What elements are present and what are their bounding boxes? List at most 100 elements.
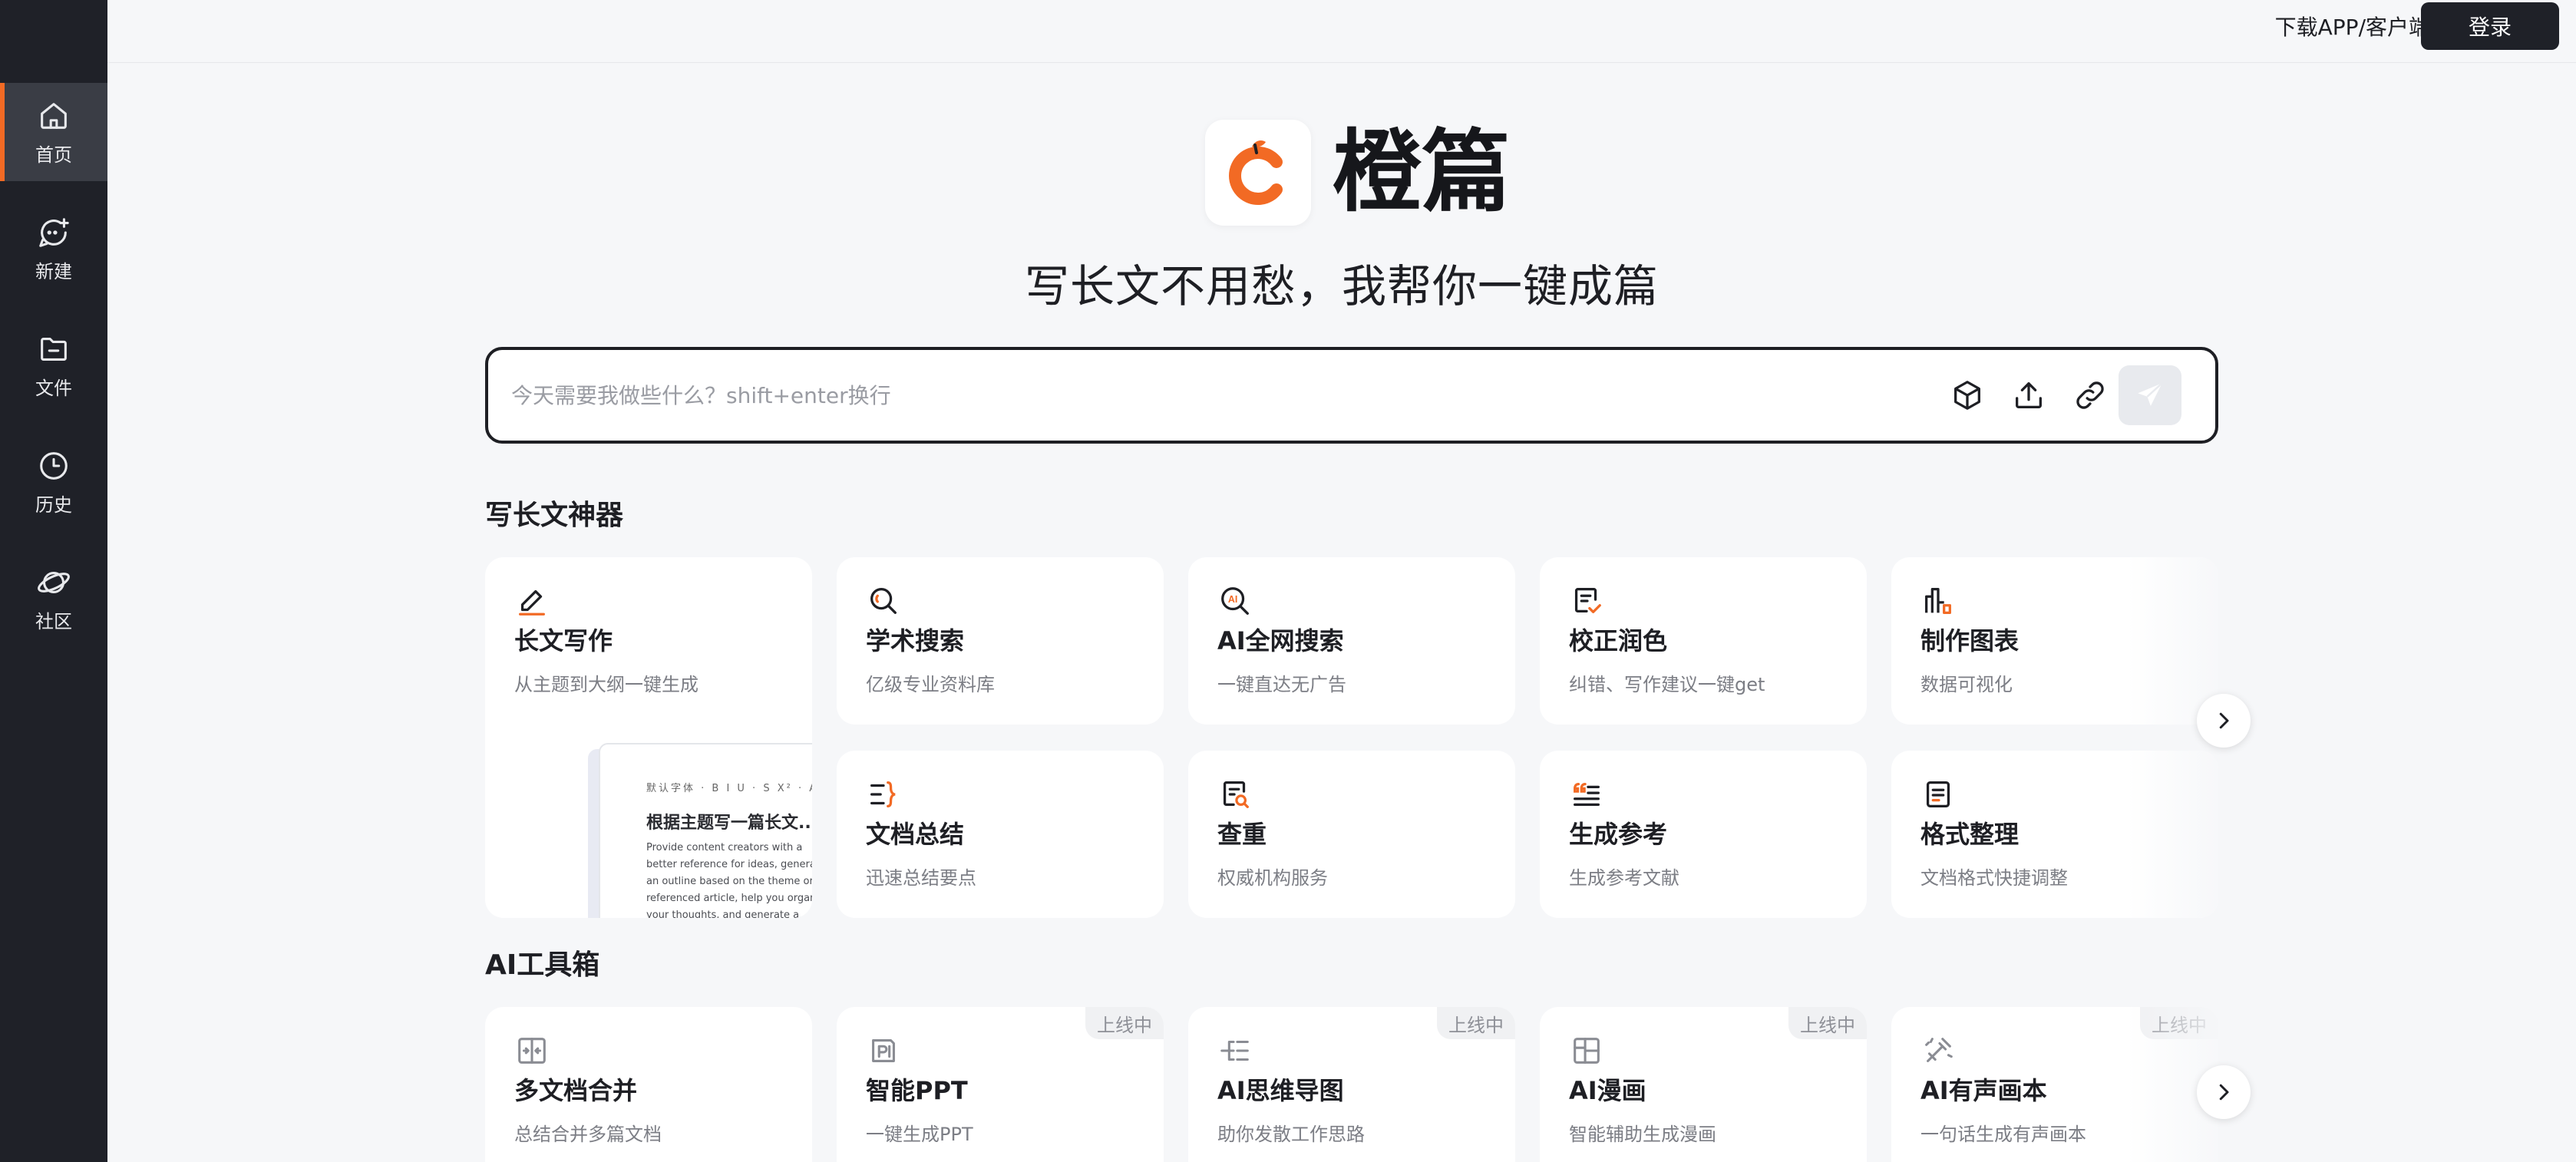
card-title: 智能PPT [866, 1076, 968, 1105]
ppt-icon [872, 1039, 895, 1062]
card-title: 制作图表 [1920, 626, 2020, 655]
proofread-icon [1574, 588, 1601, 614]
format-icon [1926, 781, 1950, 807]
send-button[interactable] [2119, 365, 2181, 425]
card-title: 生成参考 [1569, 820, 1668, 849]
scholar-search-icon [870, 588, 897, 614]
coming-soon-badge: 上线中 [2140, 1007, 2218, 1039]
coming-soon-badge: 上线中 [1437, 1007, 1515, 1039]
tagline: 写长文不用愁，我帮你一键成篇 [1024, 260, 1659, 312]
summary-icon [870, 781, 896, 807]
carousel-fade [2126, 557, 2218, 725]
upload-icon[interactable] [2011, 378, 2046, 413]
card-title: 校正润色 [1569, 626, 1668, 655]
pen-icon [519, 589, 545, 616]
card-title: 查重 [1217, 820, 1267, 849]
mindmap-icon [1220, 1040, 1249, 1061]
sidebar-item-files[interactable]: 文件 [0, 316, 107, 414]
sidebar-item-history[interactable]: 历史 [0, 433, 107, 531]
card-subtitle: 助你发散工作思路 [1217, 1124, 1365, 1145]
card-title: AI全网搜索 [1217, 626, 1344, 655]
document-preview: 默认字体 · B I U · S X² · A 根据主题写一篇长文... Pro… [599, 743, 812, 918]
orange-logo-icon [1229, 140, 1283, 205]
brand-logo [1205, 120, 1311, 226]
prompt-box [485, 347, 2218, 444]
card-subtitle: 生成参考文献 [1569, 867, 1679, 889]
make-chart-card[interactable]: 制作图表 数据可视化 [1891, 557, 2218, 725]
card-subtitle: 亿级专业资料库 [866, 674, 995, 695]
ai-web-search-card[interactable]: AI AI全网搜索 一键直达无广告 [1188, 557, 1515, 725]
link-icon[interactable] [2072, 378, 2108, 413]
card-subtitle: 文档格式快捷调整 [1920, 867, 2068, 889]
brand-name: 橙篇 [1333, 120, 1511, 224]
chart-icon [1925, 588, 1951, 614]
audiobook-icon [1925, 1038, 1953, 1062]
folder-icon [41, 337, 67, 361]
home-icon [41, 102, 67, 129]
card-subtitle: 权威机构服务 [1217, 867, 1328, 889]
svg-text:AI: AI [1228, 594, 1237, 605]
sidebar: 首页 新建 文件 历史 社区 [0, 0, 107, 1162]
card-subtitle: 迅速总结要点 [866, 867, 976, 889]
writing-tools-next-button[interactable] [2197, 694, 2251, 748]
preview-toolbar: 默认字体 · B I U · S X² · A [646, 783, 812, 794]
ai-mindmap-card[interactable]: 上线中 AI思维导图 助你发散工作思路 [1188, 1007, 1515, 1162]
chat-plus-icon [39, 217, 69, 247]
card-title: 长文写作 [514, 626, 613, 655]
smart-ppt-card[interactable]: 上线中 智能PPT 一键生成PPT [837, 1007, 1164, 1162]
card-subtitle: 智能辅助生成漫画 [1569, 1124, 1716, 1145]
sidebar-item-label: 历史 [35, 494, 72, 516]
coming-soon-badge: 上线中 [1788, 1007, 1867, 1039]
carousel-fade [2126, 751, 2218, 918]
sidebar-item-label: 社区 [35, 610, 72, 632]
plagiarism-icon [1223, 781, 1249, 808]
chevron-right-icon [2219, 712, 2229, 729]
login-button[interactable]: 登录 [2421, 2, 2559, 50]
card-subtitle: 一键生成PPT [866, 1124, 973, 1145]
card-subtitle: 总结合并多篇文档 [514, 1124, 662, 1145]
prompt-input[interactable] [511, 373, 1816, 418]
card-title: 格式整理 [1920, 820, 2020, 849]
reference-icon [1574, 782, 1600, 807]
planet-icon [38, 571, 70, 593]
ai-toolbox-next-button[interactable] [2197, 1065, 2251, 1119]
format-tidy-card[interactable]: 格式整理 文档格式快捷调整 [1891, 751, 2218, 918]
merge-docs-icon [518, 1038, 546, 1064]
long-writing-card[interactable]: 长文写作 从主题到大纲一键生成 默认字体 · B I U · S X² · A … [485, 557, 812, 918]
writing-tools-title: 写长文神器 [485, 500, 624, 531]
ai-comic-card[interactable]: 上线中 AI漫画 智能辅助生成漫画 [1540, 1007, 1867, 1162]
sidebar-item-label: 文件 [35, 377, 72, 399]
ai-toolbox-title: AI工具箱 [485, 949, 600, 981]
card-title: AI思维导图 [1217, 1076, 1344, 1105]
card-subtitle: 一句话生成有声画本 [1920, 1124, 2086, 1145]
send-icon [2138, 382, 2163, 406]
top-bar: 下载APP/客户端 登录 [107, 0, 2576, 63]
doc-summary-card[interactable]: 文档总结 迅速总结要点 [837, 751, 1164, 918]
chevron-right-icon [2219, 1084, 2229, 1101]
download-app-link[interactable]: 下载APP/客户端 [2275, 11, 2430, 41]
preview-text: Provide content creators with a better r… [646, 842, 812, 918]
card-title: 多文档合并 [514, 1076, 638, 1105]
sidebar-item-community[interactable]: 社区 [0, 550, 107, 648]
preview-title: 根据主题写一篇长文... [646, 814, 812, 833]
proofread-card[interactable]: 校正润色 纠错、写作建议一键get [1540, 557, 1867, 725]
clock-icon [40, 451, 68, 480]
ai-search-icon: AI [1221, 587, 1249, 615]
plagiarism-check-card[interactable]: 查重 权威机构服务 [1188, 751, 1515, 918]
academic-search-card[interactable]: 学术搜索 亿级专业资料库 [837, 557, 1164, 725]
merge-docs-card[interactable]: 多文档合并 总结合并多篇文档 [485, 1007, 812, 1162]
card-title: AI漫画 [1569, 1076, 1646, 1105]
card-subtitle: 从主题到大纲一键生成 [514, 674, 698, 695]
generate-reference-card[interactable]: 生成参考 生成参考文献 [1540, 751, 1867, 918]
card-title: AI有声画本 [1920, 1076, 2047, 1105]
card-subtitle: 一键直达无广告 [1217, 674, 1346, 695]
cube-icon[interactable] [1950, 378, 1985, 413]
ai-audiobook-card[interactable]: 上线中 AI有声画本 一句话生成有声画本 [1891, 1007, 2218, 1162]
card-title: 学术搜索 [866, 626, 965, 655]
card-title: 文档总结 [866, 820, 965, 849]
coming-soon-badge: 上线中 [1085, 1007, 1164, 1039]
sidebar-item-label: 首页 [35, 144, 72, 166]
sidebar-item-home[interactable]: 首页 [0, 83, 107, 181]
card-subtitle: 纠错、写作建议一键get [1569, 674, 1765, 695]
card-subtitle: 数据可视化 [1920, 674, 2013, 695]
